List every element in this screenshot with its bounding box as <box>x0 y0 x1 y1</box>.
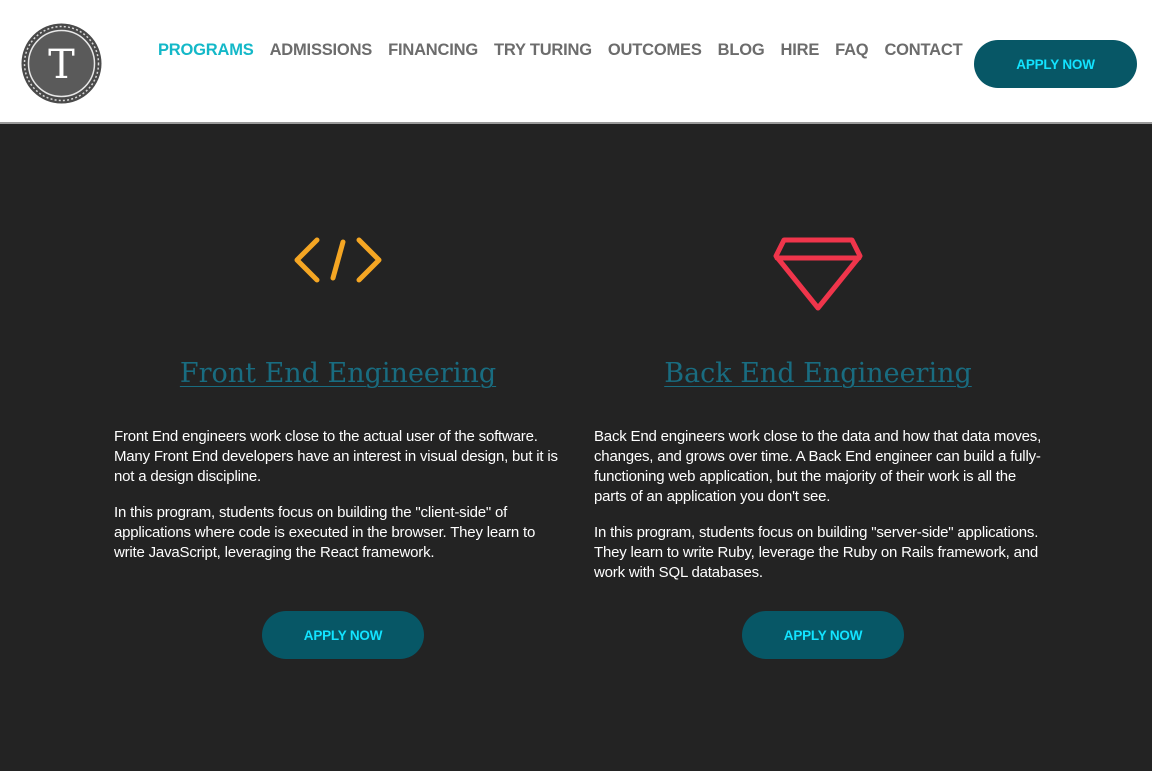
nav-faq[interactable]: FAQ <box>835 41 869 60</box>
nav-hire[interactable]: HIRE <box>781 41 820 60</box>
nav-contact[interactable]: CONTACT <box>884 41 962 60</box>
front-end-paragraph-2: In this program, students focus on build… <box>114 504 536 561</box>
nav-outcomes[interactable]: OUTCOMES <box>608 41 702 60</box>
main-nav: PROGRAMS ADMISSIONS FINANCING TRY TURING… <box>158 41 978 60</box>
logo-letter: T <box>48 42 75 88</box>
nav-programs[interactable]: PROGRAMS <box>158 41 254 60</box>
nav-financing[interactable]: FINANCING <box>388 41 478 60</box>
front-end-apply-button[interactable]: APPLY NOW <box>262 611 424 659</box>
nav-blog[interactable]: BLOG <box>718 41 765 60</box>
front-end-paragraph-1: Front End engineers work close to the ac… <box>114 428 558 485</box>
back-end-paragraph-1: Back End engineers work close to the dat… <box>594 428 1042 505</box>
turing-logo[interactable]: T <box>21 23 102 104</box>
header-apply-button[interactable]: APPLY NOW <box>974 40 1137 88</box>
back-end-paragraph-2: In this program, students focus on build… <box>594 524 1039 581</box>
nav-try-turing[interactable]: TRY TURING <box>494 41 592 60</box>
back-end-apply-button[interactable]: APPLY NOW <box>742 611 904 659</box>
back-end-title[interactable]: Back End Engineering <box>593 358 1043 389</box>
nav-admissions[interactable]: ADMISSIONS <box>270 41 373 60</box>
site-header: T PROGRAMS ADMISSIONS FINANCING TRY TURI… <box>0 0 1152 124</box>
ruby-gem-icon <box>773 237 863 311</box>
front-end-title[interactable]: Front End Engineering <box>113 358 563 389</box>
code-icon <box>294 237 382 283</box>
